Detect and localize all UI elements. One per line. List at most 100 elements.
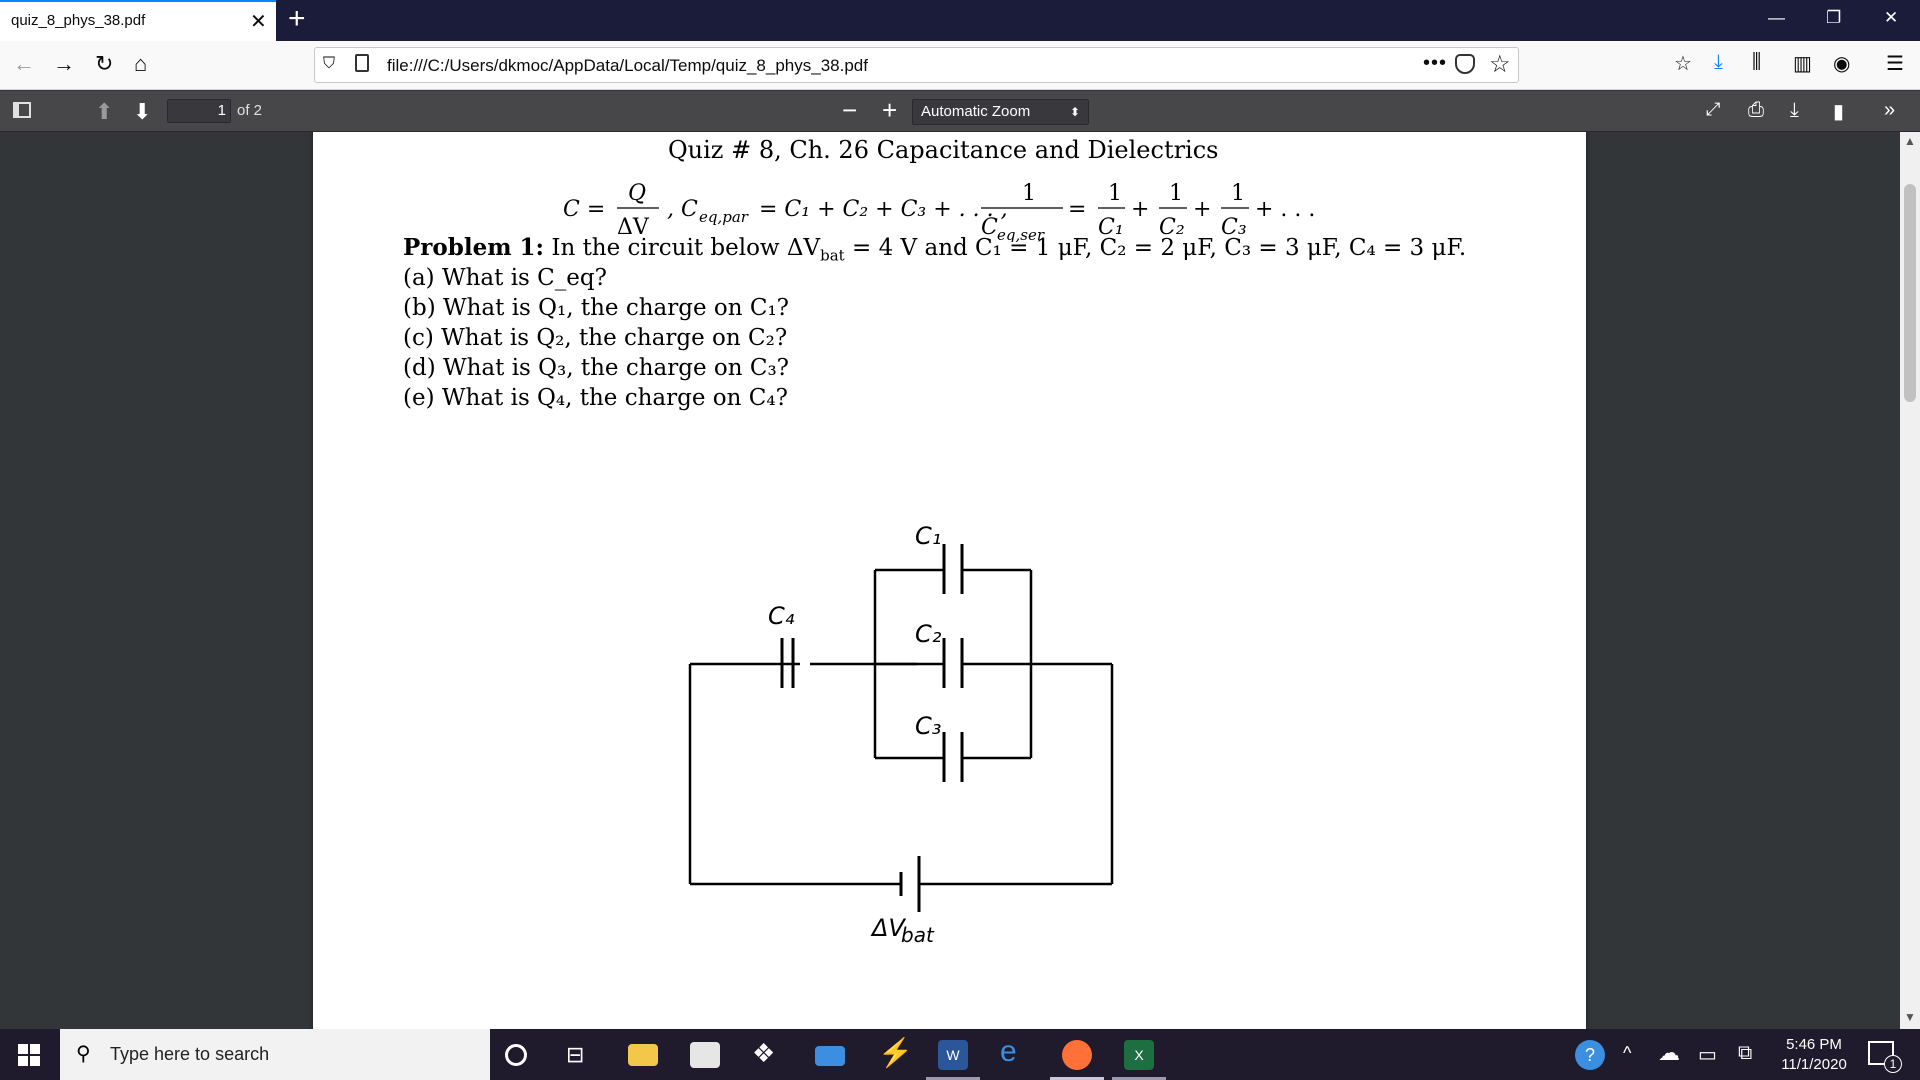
- select-arrow-icon: ⬍: [1069, 105, 1080, 119]
- problem-bat-sub: bat: [820, 246, 845, 265]
- formula-tail: + . . .: [1255, 197, 1315, 222]
- url-text[interactable]: file:///C:/Users/dkmoc/AppData/Local/Tem…: [387, 56, 868, 76]
- pdf-page: Quiz # 8, Ch. 26 Capacitance and Dielect…: [313, 132, 1586, 1029]
- zoom-select-value: Automatic Zoom: [921, 103, 1031, 120]
- pocket-icon[interactable]: [1455, 54, 1475, 74]
- download-icon[interactable]: ⤓: [1714, 51, 1723, 74]
- problem-statement: Problem 1: In the circuit below ΔVbat = …: [403, 234, 1466, 265]
- search-placeholder: Type here to search: [110, 1044, 270, 1064]
- excel-icon[interactable]: X: [1124, 1040, 1154, 1070]
- page-icon: [355, 54, 369, 72]
- bookmark-star-icon[interactable]: ☆: [1489, 50, 1511, 79]
- reload-icon[interactable]: ↻: [95, 51, 113, 77]
- page-number-input[interactable]: 1: [167, 99, 231, 123]
- shield-icon[interactable]: ⛉: [323, 55, 335, 73]
- forward-arrow-icon[interactable]: →: [53, 51, 75, 77]
- scroll-thumb[interactable]: [1904, 184, 1916, 402]
- taskbar-search-box[interactable]: ⚲ Type here to search: [60, 1029, 490, 1080]
- pdf-toolbar: ⬆ ⬇ 1 of 2 − + Automatic Zoom ⬍ ⤢ ⎙ ⤓ ▮ …: [0, 91, 1920, 132]
- formula-one: 1: [1231, 181, 1245, 206]
- question-e: (e) What is Q₄, the charge on C₄?: [403, 385, 788, 411]
- edge-icon[interactable]: e: [1000, 1035, 1030, 1068]
- sidebar-toggle-icon[interactable]: [13, 102, 31, 118]
- menu-icon[interactable]: ☰: [1886, 51, 1904, 76]
- pdf-viewer[interactable]: Quiz # 8, Ch. 26 Capacitance and Dielect…: [0, 132, 1900, 1029]
- firefox-icon[interactable]: [1062, 1040, 1092, 1070]
- minimize-icon[interactable]: —: [1768, 8, 1785, 28]
- windows-taskbar: ⚲ Type here to search ⊟ ❖ ⚡ W e X ? ^ ☁ …: [0, 1029, 1920, 1080]
- formula-par-sub: eq,par: [699, 208, 749, 226]
- vscode-icon[interactable]: ⚡: [878, 1036, 913, 1068]
- c4-label: C₄: [768, 602, 795, 630]
- window-close-icon[interactable]: ✕: [1884, 8, 1898, 28]
- quiz-title: Quiz # 8, Ch. 26 Capacitance and Dielect…: [668, 136, 1219, 164]
- formula-par-rhs: = C₁ + C₂ + C₃ + . . . ,: [759, 197, 1008, 222]
- formula-one: 1: [1108, 181, 1122, 206]
- chevron-up-icon[interactable]: ^: [1623, 1043, 1631, 1064]
- formula-q: Q: [628, 181, 646, 206]
- word-icon[interactable]: W: [938, 1040, 968, 1070]
- help-icon[interactable]: ?: [1575, 1040, 1605, 1070]
- notification-count: 1: [1884, 1055, 1902, 1073]
- page-actions-icon[interactable]: •••: [1423, 52, 1447, 75]
- onedrive-icon[interactable]: ☁: [1658, 1040, 1688, 1070]
- cortana-icon[interactable]: [505, 1044, 527, 1066]
- tools-icon[interactable]: »: [1884, 99, 1895, 122]
- file-explorer-icon[interactable]: [628, 1044, 658, 1066]
- battery-label-sub: bat: [901, 923, 935, 947]
- zoom-select[interactable]: Automatic Zoom ⬍: [912, 99, 1089, 125]
- scroll-up-icon[interactable]: ▲: [1904, 134, 1916, 148]
- store-icon[interactable]: [690, 1042, 720, 1068]
- reading-list-icon[interactable]: ☆: [1674, 51, 1692, 76]
- zoom-in-button[interactable]: +: [882, 95, 897, 126]
- scroll-down-icon[interactable]: ▼: [1904, 1010, 1916, 1024]
- capacitance-formulas: C = Q ΔV , C eq,par = C₁ + C₂ + C₃ + . .…: [563, 181, 1315, 242]
- formula-plus: +: [1193, 197, 1211, 222]
- mail-icon[interactable]: [815, 1046, 845, 1066]
- question-c: (c) What is Q₂, the charge on C₂?: [403, 325, 788, 351]
- browser-tab[interactable]: quiz_8_phys_38.pdf ✕: [0, 0, 276, 41]
- url-bar[interactable]: ⛉ file:///C:/Users/dkmoc/AppData/Local/T…: [314, 47, 1519, 83]
- home-icon[interactable]: ⌂: [134, 51, 147, 77]
- next-page-icon[interactable]: ⬇: [133, 99, 151, 125]
- tab-title: quiz_8_phys_38.pdf: [11, 12, 146, 29]
- problem-label: Problem 1:: [403, 234, 545, 261]
- problem-text: In the circuit below ΔV: [551, 235, 821, 261]
- new-tab-button[interactable]: +: [288, 2, 306, 36]
- question-b: (b) What is Q₁, the charge on C₁?: [403, 295, 790, 321]
- presentation-mode-icon[interactable]: ⤢: [1706, 99, 1720, 120]
- back-arrow-icon[interactable]: ←: [13, 51, 35, 77]
- formula-c-lhs: C =: [563, 197, 605, 222]
- battery-icon[interactable]: ▭: [1698, 1042, 1728, 1072]
- restore-icon[interactable]: ❐: [1826, 8, 1841, 28]
- dropbox-icon[interactable]: ❖: [752, 1038, 782, 1068]
- windows-start-icon[interactable]: [18, 1044, 40, 1066]
- formula-one: 1: [1022, 181, 1036, 206]
- tab-close-icon[interactable]: ✕: [250, 9, 267, 34]
- formula-equals: =: [1068, 197, 1086, 222]
- question-a: (a) What is C_eq?: [403, 265, 607, 291]
- circuit-wires: [688, 568, 1114, 886]
- vertical-scrollbar[interactable]: ▲ ▼: [1900, 132, 1920, 1029]
- clock-date[interactable]: 11/1/2020: [1776, 1056, 1852, 1073]
- c2-label: C₂: [915, 620, 942, 648]
- tab-bar: quiz_8_phys_38.pdf ✕ + — ❐ ✕: [0, 0, 1920, 41]
- bookmark-icon[interactable]: ▮: [1833, 99, 1844, 124]
- formula-plus: +: [1131, 197, 1149, 222]
- clock-time[interactable]: 5:46 PM: [1786, 1036, 1842, 1053]
- print-icon[interactable]: ⎙: [1748, 99, 1764, 122]
- zoom-out-button[interactable]: −: [842, 95, 857, 126]
- network-icon[interactable]: ⧉: [1738, 1042, 1768, 1072]
- sidebar-icon[interactable]: ▥: [1793, 51, 1812, 76]
- circuit-diagram: C₁ C₂ C₃ C₄ ΔV bat: [688, 522, 1114, 947]
- previous-page-icon[interactable]: ⬆: [95, 99, 113, 125]
- formula-one: 1: [1169, 181, 1183, 206]
- navigation-bar: ← → ↻ ⌂ ⛉ file:///C:/Users/dkmoc/AppData…: [0, 41, 1920, 90]
- library-icon[interactable]: ⫼: [1752, 51, 1761, 74]
- question-d: (d) What is Q₃, the charge on C₃?: [403, 355, 790, 381]
- save-icon[interactable]: ⤓: [1790, 99, 1799, 122]
- task-view-icon[interactable]: ⊟: [566, 1042, 596, 1072]
- account-icon[interactable]: ◉: [1833, 51, 1850, 76]
- problem-text-2: = 4 V and C₁ = 1 μF, C₂ = 2 μF, C₃ = 3 μ…: [844, 235, 1467, 261]
- page-count: of 2: [237, 102, 263, 119]
